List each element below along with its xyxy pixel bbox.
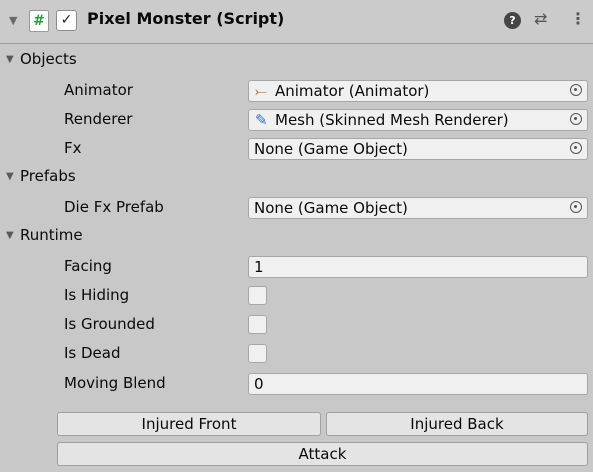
prop-is-grounded: Is Grounded [0, 313, 593, 337]
foldout-arrow-icon: ▼ [6, 54, 14, 65]
enable-checkbox[interactable]: ✓ [56, 10, 77, 31]
field-label: Is Hiding [64, 286, 130, 304]
prop-die-fx-prefab: Die Fx Prefab None (Game Object) [0, 196, 593, 220]
section-prefabs[interactable]: ▼ Prefabs [0, 166, 593, 190]
animator-object-field[interactable]: ⤚ Animator (Animator) [248, 80, 588, 102]
prop-animator: Animator ⤚ Animator (Animator) [0, 79, 593, 103]
object-picker-icon[interactable] [570, 201, 582, 213]
foldout-arrow-icon: ▼ [6, 230, 14, 241]
field-label: Fx [64, 139, 82, 157]
field-value: Mesh (Skinned Mesh Renderer) [275, 111, 509, 129]
renderer-object-field[interactable]: ✎ Mesh (Skinned Mesh Renderer) [248, 109, 588, 131]
field-value: 0 [254, 375, 264, 393]
prop-is-dead: Is Dead [0, 342, 593, 366]
field-value: None (Game Object) [254, 199, 408, 217]
section-objects[interactable]: ▼ Objects [0, 49, 593, 73]
prop-moving-blend: Moving Blend 0 [0, 372, 593, 396]
prop-is-hiding: Is Hiding [0, 284, 593, 308]
section-label: Prefabs [20, 167, 76, 185]
prop-facing: Facing 1 [0, 255, 593, 279]
section-label: Runtime [20, 226, 83, 244]
injured-front-button[interactable]: Injured Front [57, 412, 321, 436]
field-value: 1 [254, 258, 264, 276]
field-label: Is Dead [64, 344, 121, 362]
is-grounded-checkbox[interactable] [248, 315, 267, 334]
field-label: Die Fx Prefab [64, 198, 164, 216]
object-picker-icon[interactable] [570, 142, 582, 154]
foldout-arrow-icon: ▼ [6, 171, 14, 182]
section-label: Objects [20, 50, 77, 68]
field-label: Is Grounded [64, 315, 155, 333]
field-value: None (Game Object) [254, 140, 408, 158]
skinned-mesh-renderer-icon: ✎ [255, 111, 268, 129]
injured-back-button[interactable]: Injured Back [326, 412, 588, 436]
field-label: Animator [64, 81, 133, 99]
object-picker-icon[interactable] [570, 113, 582, 125]
script-icon: # [29, 10, 49, 32]
facing-input[interactable]: 1 [248, 256, 588, 278]
field-value: Animator (Animator) [275, 82, 430, 100]
component-title: Pixel Monster (Script) [87, 9, 285, 28]
help-icon[interactable]: ? [504, 12, 521, 29]
is-dead-checkbox[interactable] [248, 344, 267, 363]
section-runtime[interactable]: ▼ Runtime [0, 225, 593, 249]
presets-icon[interactable]: ⇄ [534, 9, 547, 28]
context-menu-icon[interactable]: ⋮ [570, 9, 586, 28]
inspector-body: ▼ Objects Animator ⤚ Animator (Animator)… [0, 45, 593, 472]
animator-icon: ⤚ [255, 82, 268, 100]
attack-button[interactable]: Attack [57, 442, 588, 466]
field-label: Moving Blend [64, 374, 166, 392]
die-fx-prefab-object-field[interactable]: None (Game Object) [248, 197, 588, 219]
component-header: ▼ # ✓ Pixel Monster (Script) ? ⇄ ⋮ [0, 0, 593, 44]
prop-renderer: Renderer ✎ Mesh (Skinned Mesh Renderer) [0, 108, 593, 132]
fx-object-field[interactable]: None (Game Object) [248, 138, 588, 160]
field-label: Renderer [64, 110, 133, 128]
moving-blend-input[interactable]: 0 [248, 373, 588, 395]
prop-fx: Fx None (Game Object) [0, 137, 593, 161]
collapse-arrow-icon[interactable]: ▼ [9, 14, 17, 27]
object-picker-icon[interactable] [570, 84, 582, 96]
is-hiding-checkbox[interactable] [248, 286, 267, 305]
field-label: Facing [64, 257, 112, 275]
